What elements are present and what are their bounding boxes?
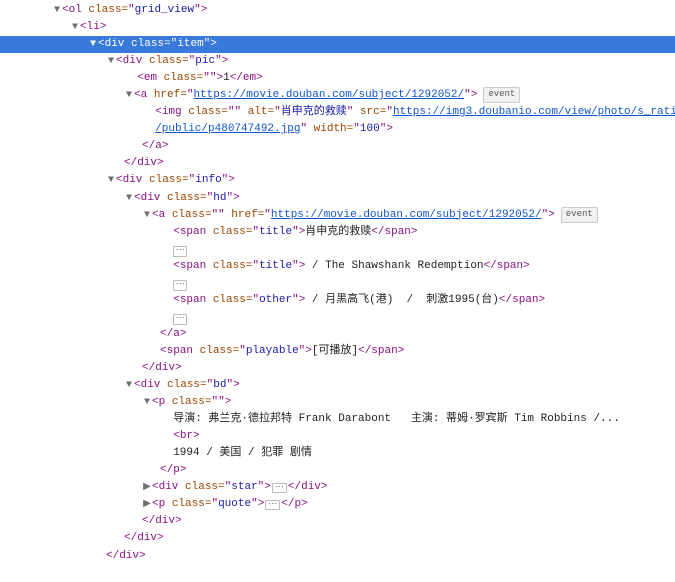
node-bd-close[interactable]: </div> bbox=[0, 513, 675, 530]
node-ol-open[interactable]: ▼<ol class="grid_view"> bbox=[0, 2, 675, 19]
node-span-other[interactable]: <span class="other"> / 月黑高飞(港) / 刺激1995(… bbox=[0, 292, 675, 309]
twisty-open-icon[interactable]: ▼ bbox=[124, 88, 134, 104]
node-em[interactable]: <em class="">1</em> bbox=[0, 70, 675, 87]
node-pic-open[interactable]: ▼<div class="pic"> bbox=[0, 53, 675, 70]
whitespace-node[interactable]: ⋯ bbox=[0, 309, 675, 326]
href-link[interactable]: https://movie.douban.com/subject/1292052… bbox=[193, 89, 464, 101]
node-img-line2[interactable]: /public/p480747492.jpg" width="100"> bbox=[0, 121, 675, 138]
node-star-collapsed[interactable]: ▶<div class="star">⋯</div> bbox=[0, 479, 675, 496]
elements-panel: ▼<ol class="grid_view"> ▼<li> ▼<div clas… bbox=[0, 2, 675, 565]
twisty-closed-icon[interactable]: ▶ bbox=[142, 497, 152, 513]
twisty-open-icon[interactable]: ▼ bbox=[124, 191, 134, 207]
node-span-title1[interactable]: <span class="title">肖申克的救赎</span> bbox=[0, 224, 675, 241]
node-span-playable[interactable]: <span class="playable">[可播放]</span> bbox=[0, 343, 675, 360]
twisty-open-icon[interactable]: ▼ bbox=[142, 208, 152, 224]
node-a-hd-open[interactable]: ▼<a class="" href="https://movie.douban.… bbox=[0, 207, 675, 224]
src-link-cont[interactable]: /public/p480747492.jpg bbox=[155, 123, 300, 135]
text-ellipsis-icon[interactable]: ⋯ bbox=[173, 280, 187, 291]
twisty-open-icon[interactable]: ▼ bbox=[106, 54, 116, 70]
node-bd-open[interactable]: ▼<div class="bd"> bbox=[0, 377, 675, 394]
node-info-close[interactable]: </div> bbox=[0, 530, 675, 547]
node-item-close[interactable]: </div> bbox=[0, 548, 675, 565]
node-a-pic-close[interactable]: </a> bbox=[0, 138, 675, 155]
event-badge[interactable]: event bbox=[483, 87, 520, 103]
node-a-pic-open[interactable]: ▼<a href="https://movie.douban.com/subje… bbox=[0, 87, 675, 104]
twisty-open-icon[interactable]: ▼ bbox=[124, 378, 134, 394]
twisty-open-icon[interactable]: ▼ bbox=[142, 395, 152, 411]
node-quote-collapsed[interactable]: ▶<p class="quote">⋯</p> bbox=[0, 496, 675, 513]
node-info-open[interactable]: ▼<div class="info"> bbox=[0, 172, 675, 189]
node-hd-open[interactable]: ▼<div class="hd"> bbox=[0, 190, 675, 207]
src-link[interactable]: https://img3.doubanio.com/view/photo/s_r… bbox=[393, 106, 675, 118]
node-p-close[interactable]: </p> bbox=[0, 462, 675, 479]
twisty-closed-icon[interactable]: ▶ bbox=[142, 480, 152, 496]
event-badge[interactable]: event bbox=[561, 207, 598, 223]
whitespace-node[interactable]: ⋯ bbox=[0, 241, 675, 258]
node-a-hd-close[interactable]: </a> bbox=[0, 326, 675, 343]
collapsed-ellipsis-icon[interactable]: ⋯ bbox=[265, 500, 280, 509]
node-p-text2[interactable]: 1994 / 美国 / 犯罪 剧情 bbox=[0, 445, 675, 462]
twisty-open-icon[interactable]: ▼ bbox=[70, 20, 80, 36]
twisty-open-icon[interactable]: ▼ bbox=[106, 173, 116, 189]
twisty-open-icon[interactable]: ▼ bbox=[88, 37, 98, 53]
node-pic-close[interactable]: </div> bbox=[0, 155, 675, 172]
node-img-line1[interactable]: <img class="" alt="肖申克的救赎" src="https://… bbox=[0, 104, 675, 121]
href-link[interactable]: https://movie.douban.com/subject/1292052… bbox=[271, 209, 542, 221]
node-p-open[interactable]: ▼<p class=""> bbox=[0, 394, 675, 411]
text-ellipsis-icon[interactable]: ⋯ bbox=[173, 246, 187, 257]
collapsed-ellipsis-icon[interactable]: ⋯ bbox=[272, 483, 287, 492]
twisty-open-icon[interactable]: ▼ bbox=[52, 3, 62, 19]
node-span-title2[interactable]: <span class="title"> / The Shawshank Red… bbox=[0, 258, 675, 275]
node-hd-close[interactable]: </div> bbox=[0, 360, 675, 377]
node-li-open[interactable]: ▼<li> bbox=[0, 19, 675, 36]
node-item-open[interactable]: ▼<div class="item"> bbox=[0, 36, 675, 53]
text-ellipsis-icon[interactable]: ⋯ bbox=[173, 314, 187, 325]
node-br[interactable]: <br> bbox=[0, 428, 675, 445]
whitespace-node[interactable]: ⋯ bbox=[0, 275, 675, 292]
node-p-text1[interactable]: 导演: 弗兰克·德拉邦特 Frank Darabont 主演: 蒂姆·罗宾斯 T… bbox=[0, 411, 675, 428]
